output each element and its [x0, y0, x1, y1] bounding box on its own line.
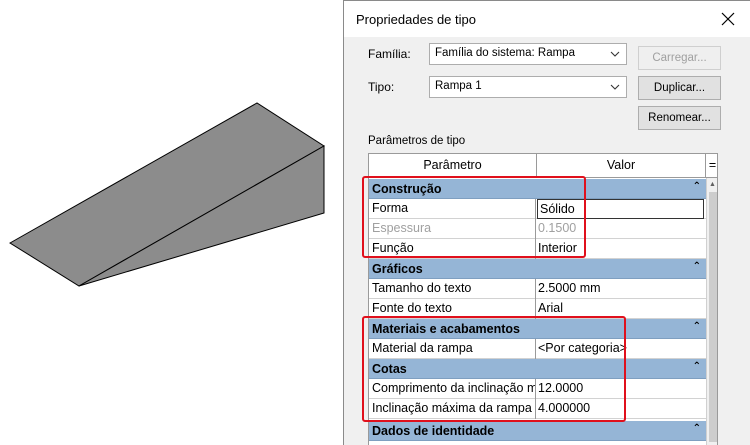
group-materials[interactable]: Materiais e acabamentos ⌃: [369, 319, 706, 339]
param-row-text-font[interactable]: Fonte do texto Arial: [369, 299, 706, 319]
param-name: Comprimento da inclinação má: [369, 379, 536, 399]
collapse-icon[interactable]: ⌃: [693, 321, 701, 332]
param-name: Inclinação máxima da rampa (1: [369, 399, 536, 419]
group-dimensions[interactable]: Cotas ⌃: [369, 359, 706, 379]
scroll-up-icon[interactable]: ▲: [709, 181, 716, 188]
collapse-icon[interactable]: ⌃: [693, 181, 701, 192]
vertical-scrollbar[interactable]: ▲: [706, 178, 717, 445]
param-row-shape[interactable]: Forma Sólido: [369, 199, 706, 219]
param-row-ramp-material[interactable]: Material da rampa <Por categoria>: [369, 339, 706, 359]
param-row-max-incline-length[interactable]: Comprimento da inclinação má 12.0000: [369, 379, 706, 399]
param-value-input[interactable]: Sólido: [537, 199, 704, 219]
group-label: Dados de identidade: [372, 424, 495, 438]
type-select[interactable]: Rampa 1: [429, 76, 627, 98]
column-header-formula[interactable]: =: [706, 154, 717, 178]
param-name: Função: [369, 239, 536, 259]
param-name: Espessura: [369, 219, 536, 239]
group-construction[interactable]: Construção ⌃: [369, 179, 706, 199]
scrollbar-thumb[interactable]: [709, 192, 717, 442]
rename-button[interactable]: Renomear...: [638, 106, 721, 130]
param-row-function[interactable]: Função Interior: [369, 239, 706, 259]
ramp-3d-view: [9, 102, 325, 287]
duplicate-button[interactable]: Duplicar...: [638, 76, 721, 100]
param-value[interactable]: 4.000000: [536, 399, 706, 419]
type-label: Tipo:: [368, 80, 395, 94]
param-value[interactable]: Interior: [536, 239, 706, 259]
group-identity[interactable]: Dados de identidade ⌃: [369, 421, 706, 441]
param-value[interactable]: Arial: [536, 299, 706, 319]
family-label: Família:: [368, 47, 411, 61]
group-label: Gráficos: [372, 262, 423, 276]
collapse-icon[interactable]: ⌃: [693, 261, 701, 272]
group-label: Cotas: [372, 362, 407, 376]
chevron-down-icon: [610, 51, 620, 57]
param-name: Forma: [369, 199, 536, 219]
param-value[interactable]: 12.0000: [536, 379, 706, 399]
param-value[interactable]: <Por categoria>: [536, 339, 706, 359]
close-icon[interactable]: [716, 7, 740, 31]
type-params-label: Parâmetros de tipo: [368, 135, 466, 147]
group-label: Construção: [372, 182, 442, 196]
param-value: 0.1500: [538, 221, 577, 235]
chevron-down-icon: [610, 84, 620, 90]
param-value[interactable]: 2.5000 mm: [536, 279, 706, 299]
load-button[interactable]: Carregar...: [638, 46, 721, 70]
param-name: Material da rampa: [369, 339, 536, 359]
group-label: Materiais e acabamentos: [372, 322, 520, 336]
param-name: Fonte do texto: [369, 299, 536, 319]
param-row-text-size[interactable]: Tamanho do texto 2.5000 mm: [369, 279, 706, 299]
column-header-parameter[interactable]: Parâmetro: [369, 154, 537, 178]
dialog-title: Propriedades de tipo: [356, 12, 476, 27]
param-name: Tamanho do texto: [369, 279, 536, 299]
type-parameters-grid: Parâmetro Valor = Construção ⌃ Forma Sól…: [368, 153, 718, 445]
param-row-thickness: Espessura 0.1500: [369, 219, 706, 239]
param-row-max-slope[interactable]: Inclinação máxima da rampa (1 4.000000: [369, 399, 706, 419]
type-select-value: Rampa 1: [435, 80, 482, 92]
collapse-icon[interactable]: ⌃: [693, 423, 701, 434]
group-graphics[interactable]: Gráficos ⌃: [369, 259, 706, 279]
collapse-icon[interactable]: ⌃: [693, 361, 701, 372]
dialog-titlebar: Propriedades de tipo: [344, 1, 750, 37]
column-header-value[interactable]: Valor: [537, 154, 706, 178]
family-select-value: Família do sistema: Rampa: [435, 47, 575, 59]
family-select[interactable]: Família do sistema: Rampa: [429, 43, 627, 65]
